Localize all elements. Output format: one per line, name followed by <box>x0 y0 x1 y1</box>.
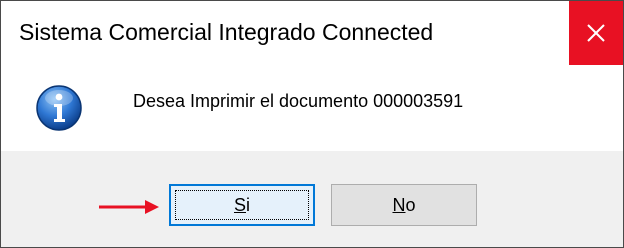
button-bar: Si No <box>1 151 623 247</box>
title-bar[interactable]: Sistema Comercial Integrado Connected <box>1 1 623 65</box>
yes-button[interactable]: Si <box>169 184 315 226</box>
yes-button-label: Si <box>234 195 250 216</box>
dialog-content: Desea Imprimir el documento 000003591 <box>1 65 623 151</box>
red-arrow-icon <box>99 200 159 214</box>
no-button[interactable]: No <box>331 184 477 226</box>
no-button-label: No <box>392 195 415 216</box>
yes-rest: i <box>246 194 250 215</box>
no-rest: o <box>405 194 416 215</box>
window-title: Sistema Comercial Integrado Connected <box>19 19 434 45</box>
close-icon <box>587 24 605 42</box>
close-button[interactable] <box>569 1 623 65</box>
message-dialog: Sistema Comercial Integrado Connected De… <box>0 0 624 248</box>
no-mnemonic: N <box>392 194 406 215</box>
dialog-message: Desea Imprimir el documento 000003591 <box>133 91 464 111</box>
yes-mnemonic: S <box>233 194 246 215</box>
info-icon <box>36 85 82 131</box>
